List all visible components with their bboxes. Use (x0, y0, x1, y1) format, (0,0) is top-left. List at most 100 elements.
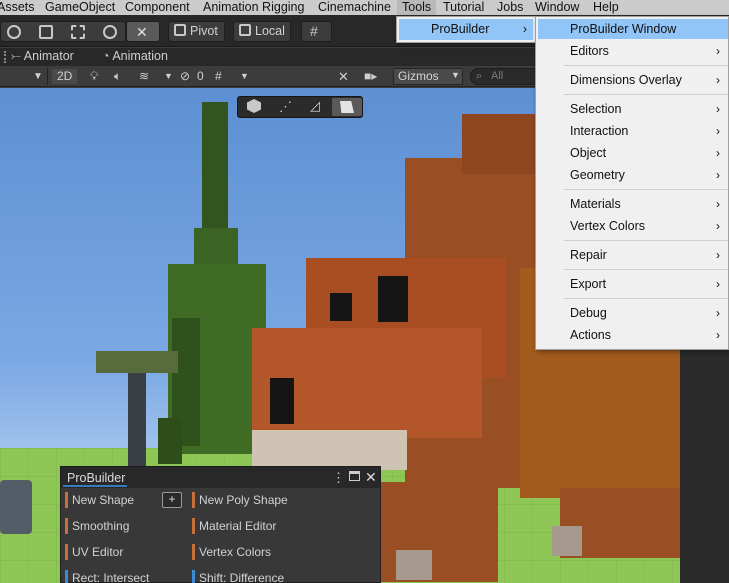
new-shape-button[interactable]: New Shape (65, 491, 134, 509)
close-icon[interactable]: ✕ (365, 469, 377, 486)
gizmos-dropdown-icon: ▼ (451, 70, 460, 80)
tools-dropdown-menu: ProBuilder › (396, 16, 536, 43)
hidden-count: 0 (197, 69, 204, 83)
menu-item-vertex-colors[interactable]: Vertex Colors › (538, 216, 728, 236)
mushroom-stem (128, 373, 146, 473)
more-options-icon[interactable]: ⋮ (332, 470, 345, 486)
menu-item-object[interactable]: Object › (538, 143, 728, 163)
uv-editor-button[interactable]: UV Editor (65, 543, 123, 561)
camera-icon[interactable]: ■▸ (364, 69, 377, 84)
probuilder-window-title[interactable]: ProBuilder (67, 471, 125, 485)
tab-animation[interactable]: ◔ Animation (102, 49, 168, 63)
boar-nostril (270, 378, 294, 424)
local-icon (239, 24, 251, 36)
menu-item-label: Debug (570, 306, 607, 320)
rect-tool-icon[interactable] (71, 25, 85, 39)
submenu-arrow-icon: › (716, 219, 720, 233)
menu-item-dimensions-overlay[interactable]: Dimensions Overlay › (538, 70, 728, 90)
cube-icon (247, 99, 261, 113)
menu-item-probuilder[interactable]: ProBuilder › (399, 19, 533, 40)
menu-item-debug[interactable]: Debug › (538, 303, 728, 323)
local-toggle[interactable]: Local (233, 21, 291, 42)
menu-window[interactable]: Window (535, 0, 579, 15)
menu-tutorial[interactable]: Tutorial (443, 0, 484, 15)
submenu-arrow-icon: › (522, 22, 527, 36)
vertex-mode-button[interactable]: ⋰ (270, 98, 300, 116)
mushroom-cap (96, 351, 178, 373)
grid-snap-button[interactable]: # (301, 21, 332, 42)
menu-jobs[interactable]: Jobs (497, 0, 523, 15)
menu-assets[interactable]: Assets (0, 0, 35, 15)
pivot-toggle[interactable]: Pivot (168, 21, 225, 42)
menu-tools[interactable]: Tools (397, 0, 437, 15)
menu-cinemachine[interactable]: Cinemachine (318, 0, 391, 15)
menu-gameobject[interactable]: GameObject (45, 0, 115, 15)
menu-item-geometry[interactable]: Geometry › (538, 165, 728, 185)
face-mode-button[interactable] (332, 98, 362, 116)
custom-tool-button[interactable]: ✕ (126, 21, 160, 42)
menu-animation-rigging[interactable]: Animation Rigging (203, 0, 304, 15)
new-poly-shape-button[interactable]: New Poly Shape (192, 491, 288, 509)
menu-item-probuilder-window[interactable]: ProBuilder Window (538, 19, 728, 39)
audio-speaker-icon[interactable]: 🔈︎ (114, 69, 121, 84)
menu-item-repair[interactable]: Repair › (538, 245, 728, 265)
rect-intersect-button[interactable]: Rect: Intersect (65, 569, 149, 583)
object-mode-button[interactable] (239, 98, 269, 116)
submenu-arrow-icon: › (716, 168, 720, 182)
effects-layers-icon[interactable]: ≋ (139, 69, 149, 84)
vertex-colors-button[interactable]: Vertex Colors (192, 543, 271, 561)
menu-item-label: Editors (570, 44, 609, 58)
menu-separator (564, 189, 728, 190)
tab-animator-label: Animator (23, 49, 74, 63)
new-shape-options-button[interactable]: + (162, 492, 182, 508)
face-icon (340, 101, 354, 113)
maximize-icon[interactable] (349, 471, 360, 481)
edge-mode-button[interactable]: ◿ (301, 98, 331, 116)
scene-search-input[interactable]: ⌕ All (470, 68, 540, 85)
lighting-bulb-icon[interactable]: 💡︎ (90, 69, 98, 84)
menu-item-export[interactable]: Export › (538, 274, 728, 294)
search-icon: ⌕ (476, 70, 483, 82)
menu-item-label: ProBuilder Window (570, 22, 677, 36)
menu-item-selection[interactable]: Selection › (538, 99, 728, 119)
accent-bar (192, 518, 195, 534)
shift-difference-button[interactable]: Shift: Difference (192, 569, 284, 583)
smoothing-button[interactable]: Smoothing (65, 517, 129, 535)
probuilder-window-header: ProBuilder ⋮ ✕ (61, 467, 380, 488)
menu-component[interactable]: Component (125, 0, 190, 15)
effects-dropdown-icon[interactable]: ▼ (164, 69, 173, 84)
probuilder-submenu: ProBuilder Window Editors › Dimensions O… (535, 16, 729, 350)
drag-handle-icon[interactable] (4, 51, 7, 63)
2d-toggle[interactable]: 2D (52, 69, 78, 84)
menu-item-label: Geometry (570, 168, 625, 182)
menu-separator (564, 269, 728, 270)
search-placeholder: All (491, 70, 504, 82)
accent-bar (65, 570, 68, 583)
menu-item-materials[interactable]: Materials › (538, 194, 728, 214)
tab-animator[interactable]: ⤚ Animator (11, 49, 74, 64)
boar-tusk-band (252, 430, 407, 470)
grid-dropdown-icon[interactable]: ▼ (240, 69, 249, 84)
transform-tool-icon[interactable] (103, 25, 117, 39)
draw-mode-dropdown-icon[interactable]: ▼ (33, 69, 43, 84)
hidden-eye-icon[interactable]: ⊘ (180, 69, 190, 84)
material-editor-label: Material Editor (199, 519, 277, 533)
material-editor-button[interactable]: Material Editor (192, 517, 276, 535)
tools-wrench-icon[interactable]: ✕ (338, 69, 349, 84)
menu-item-actions[interactable]: Actions › (538, 325, 728, 345)
gizmos-dropdown[interactable]: Gizmos ▼ (393, 68, 463, 85)
scale-tool-icon[interactable] (39, 25, 53, 39)
animator-icon: ⤚ (11, 49, 24, 63)
rotate-tool-icon[interactable] (7, 25, 21, 39)
menu-item-interaction[interactable]: Interaction › (538, 121, 728, 141)
rect-intersect-label: Rect: Intersect (72, 571, 150, 583)
menu-help[interactable]: Help (593, 0, 619, 15)
submenu-arrow-icon: › (716, 73, 720, 87)
menu-separator (564, 65, 728, 66)
shift-difference-label: Shift: Difference (199, 571, 285, 583)
tab-animation-label: Animation (112, 49, 168, 63)
grid-visibility-icon[interactable]: # (215, 69, 222, 84)
inspector-edge (680, 338, 729, 583)
menu-item-probuilder-label: ProBuilder (431, 22, 490, 36)
menu-item-editors[interactable]: Editors › (538, 41, 728, 61)
